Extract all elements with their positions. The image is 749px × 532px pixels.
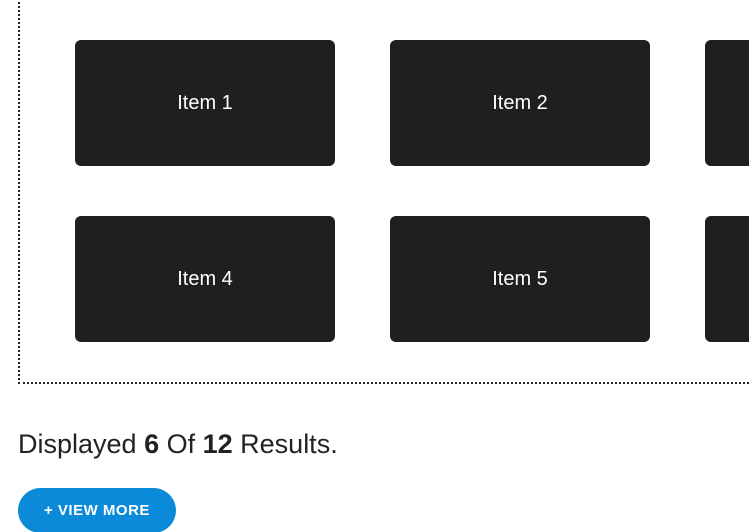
item-card[interactable]: Item 1 (75, 40, 335, 166)
results-summary: Displayed 6 Of 12 Results. (18, 429, 749, 460)
view-more-label: + VIEW MORE (44, 502, 150, 519)
item-grid-container: Item 1 Item 2 Item 3 Item 4 Item 5 Item … (18, 0, 749, 384)
item-card[interactable]: Item 2 (390, 40, 650, 166)
item-card[interactable]: Item 4 (75, 216, 335, 342)
results-middle: Of (159, 429, 203, 459)
item-card[interactable]: Item 6 (705, 216, 749, 342)
item-label: Item 1 (177, 92, 233, 115)
item-label: Item 5 (492, 268, 548, 291)
results-total-count: 12 (203, 429, 233, 459)
item-card[interactable]: Item 3 (705, 40, 749, 166)
item-card[interactable]: Item 5 (390, 216, 650, 342)
view-more-button[interactable]: + VIEW MORE (18, 488, 176, 532)
results-suffix: Results. (233, 429, 338, 459)
item-grid: Item 1 Item 2 Item 3 Item 4 Item 5 Item … (75, 40, 749, 342)
item-label: Item 4 (177, 268, 233, 291)
item-label: Item 2 (492, 92, 548, 115)
results-prefix: Displayed (18, 429, 144, 459)
results-displayed-count: 6 (144, 429, 159, 459)
